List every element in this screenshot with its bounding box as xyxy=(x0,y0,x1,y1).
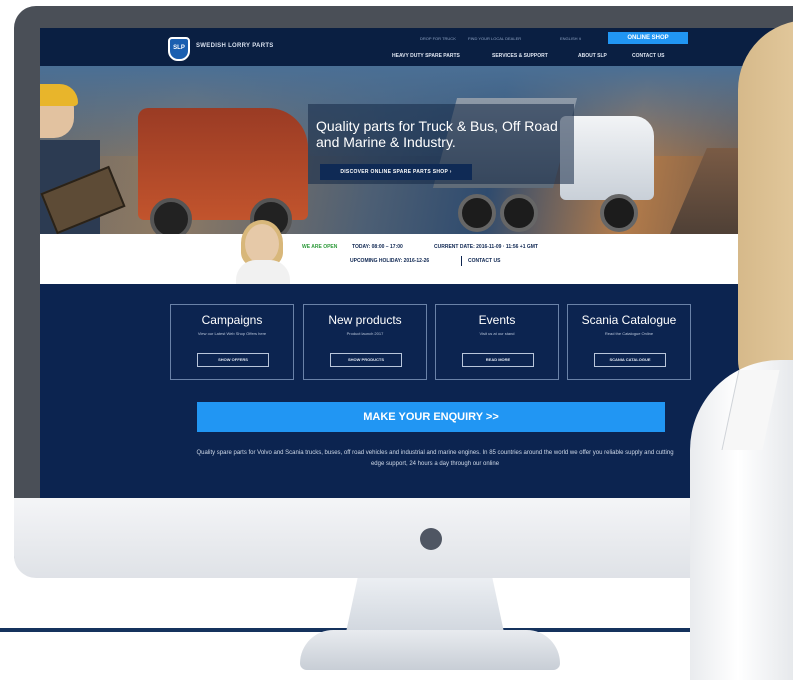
read-more-button[interactable]: READ MORE xyxy=(462,353,534,367)
util-link-truck[interactable]: DROP FOR TRUCK xyxy=(420,36,456,41)
nav-services[interactable]: SERVICES & SUPPORT xyxy=(492,53,548,59)
card-subtitle: Visit us at our stand xyxy=(479,331,515,336)
truck-wheel xyxy=(600,194,638,232)
nav-about[interactable]: ABOUT SLP xyxy=(578,53,607,59)
make-enquiry-button[interactable]: MAKE YOUR ENQUIRY >> xyxy=(197,402,665,432)
upcoming-holiday: UPCOMING HOLIDAY: 2016-12-26 xyxy=(350,258,430,264)
card-title: Scania Catalogue xyxy=(581,313,677,327)
company-description: Quality spare parts for Volvo and Scania… xyxy=(196,450,674,467)
monitor-logo-dot xyxy=(420,528,442,550)
card-title: New products xyxy=(328,313,402,327)
card-subtitle: View our Latest Web Shop Offers here xyxy=(197,331,267,336)
nav-contact[interactable]: CONTACT US xyxy=(632,53,664,59)
online-shop-button[interactable]: ONLINE SHOP xyxy=(608,32,688,44)
website-screen: SLP SWEDISH LORRY PARTS DROP FOR TRUCK F… xyxy=(40,28,793,498)
info-divider xyxy=(461,256,462,266)
today-hours: TODAY: 08:00 – 17:00 xyxy=(352,244,403,250)
current-date: CURRENT DATE: 2016-11-09 · 11:56 +1 GMT xyxy=(434,244,538,250)
events-card: Events Visit us at our stand READ MORE xyxy=(435,304,559,380)
brand-name[interactable]: SWEDISH LORRY PARTS xyxy=(196,43,274,49)
monitor-chin xyxy=(14,498,793,578)
scania-catalogue-card: Scania Catalogue Read the Catalogue Onli… xyxy=(567,304,691,380)
card-subtitle: Product launch 2017 xyxy=(346,331,384,336)
contact-us-link[interactable]: CONTACT US xyxy=(468,258,500,264)
open-status: WE ARE OPEN xyxy=(302,244,338,250)
hero-title: Quality parts for Truck & Bus, Off Road … xyxy=(316,118,558,150)
monitor-stand-base xyxy=(300,630,560,670)
truck-wheel xyxy=(458,194,496,232)
monitor-stand-neck xyxy=(345,577,505,637)
truck-wheel xyxy=(500,194,538,232)
new-products-card: New products Product launch 2017 SHOW PR… xyxy=(303,304,427,380)
util-link-dealer[interactable]: FIND YOUR LOCAL DEALER xyxy=(468,36,521,41)
discover-shop-button[interactable]: DISCOVER ONLINE SPARE PARTS SHOP › xyxy=(320,164,472,180)
card-title: Campaigns xyxy=(201,313,263,327)
show-offers-button[interactable]: SHOW OFFERS xyxy=(197,353,269,367)
card-subtitle: Read the Catalogue Online xyxy=(604,331,654,336)
support-agent-avatar xyxy=(245,224,279,264)
card-title: Events xyxy=(478,313,516,327)
white-truck-image xyxy=(560,116,654,200)
campaigns-card: Campaigns View our Latest Web Shop Offer… xyxy=(170,304,294,380)
language-select[interactable]: ENGLISH ∨ xyxy=(560,36,582,41)
show-products-button[interactable]: SHOW PRODUCTS xyxy=(330,353,402,367)
scania-catalogue-button[interactable]: SCANIA CATALOGUE xyxy=(594,353,666,367)
woman-hair-image xyxy=(738,20,793,400)
slp-logo-icon[interactable]: SLP xyxy=(168,37,190,61)
support-agent-body xyxy=(236,260,290,284)
nav-heavy-duty[interactable]: HEAVY DUTY SPARE PARTS xyxy=(392,53,460,59)
